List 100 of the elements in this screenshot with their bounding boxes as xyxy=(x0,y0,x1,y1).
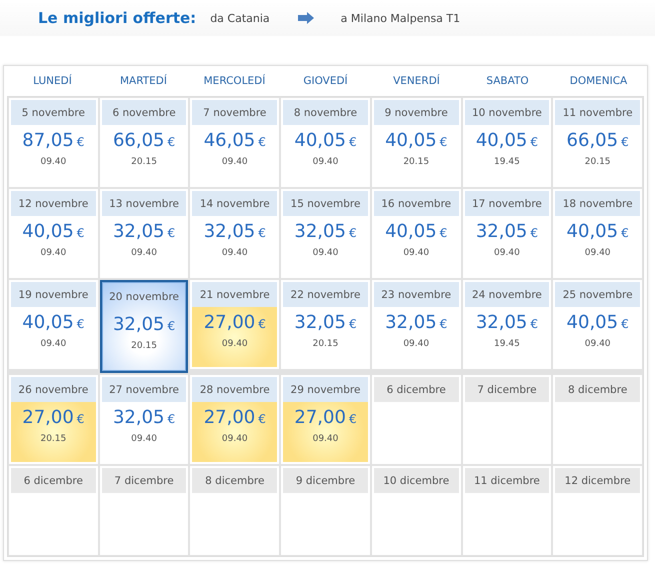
departure-time: 09.40 xyxy=(222,339,248,349)
weekday-label: MERCOLEDÍ xyxy=(202,75,266,87)
fare-price: 32,05 xyxy=(112,407,164,428)
fare-price: 40,05 xyxy=(476,130,528,151)
departure-time: 09.40 xyxy=(40,157,66,167)
currency-symbol: € xyxy=(530,135,538,149)
weekday-label: MARTEDÍ xyxy=(118,75,168,87)
date-label: 9 novembre xyxy=(374,100,459,125)
date-label: 11 dicembre xyxy=(464,468,550,493)
fare-price: 32,05 xyxy=(476,312,528,333)
fare-price: 27,00 xyxy=(204,407,256,428)
currency-symbol: € xyxy=(168,135,176,149)
fare-price: 27,00 xyxy=(294,407,346,428)
departure-time: 09.40 xyxy=(222,248,248,258)
date-label: 29 novembre xyxy=(283,377,368,402)
fare-cell[interactable]: 25 novembre 40,05 € 09.40 xyxy=(553,280,642,369)
weekday-label: DOMENICA xyxy=(568,75,628,87)
fare-price: 32,05 xyxy=(204,221,256,242)
fare-cell[interactable]: 7 novembre 46,05 € 09.40 xyxy=(190,98,280,187)
fare-cell[interactable]: 9 novembre 40,05 € 20.15 xyxy=(372,98,461,187)
departure-time: 09.40 xyxy=(403,248,430,258)
fare-cell[interactable]: 20 novembre 32,05 € 20.15 xyxy=(100,280,188,373)
departure-time: 09.40 xyxy=(494,248,520,258)
origin-label: da Catania xyxy=(210,12,270,24)
currency-symbol: € xyxy=(440,226,448,240)
currency-symbol: € xyxy=(76,317,84,331)
date-label: 8 dicembre xyxy=(192,468,278,493)
fare-price: 66,05 xyxy=(566,130,618,151)
fare-price: 40,05 xyxy=(566,312,618,333)
fare-cell[interactable]: 18 novembre 40,05 € 09.40 xyxy=(553,189,642,278)
date-label: 20 novembre xyxy=(108,290,180,304)
date-label: 26 novembre xyxy=(11,377,96,402)
date-label: 16 novembre xyxy=(374,191,459,216)
fare-cell[interactable]: 8 novembre 40,05 € 09.40 xyxy=(281,98,370,187)
fare-cell[interactable]: 11 novembre 66,05 € 20.15 xyxy=(553,98,642,187)
date-label: 8 novembre xyxy=(283,100,368,125)
fare-cell[interactable]: 22 novembre 32,05 € 20.15 xyxy=(281,280,370,369)
date-label: 7 dicembre xyxy=(102,468,186,493)
departure-time: 09.40 xyxy=(403,339,430,349)
departure-time: 20.15 xyxy=(312,339,338,349)
fare-cell[interactable]: 13 novembre 32,05 € 09.40 xyxy=(100,189,188,278)
currency-symbol: € xyxy=(348,135,357,149)
date-label: 10 dicembre xyxy=(374,468,459,493)
date-label: 19 novembre xyxy=(11,282,96,307)
fare-cell[interactable]: 6 novembre 66,05 € 20.15 xyxy=(100,98,188,187)
weekday-label: VENERDÍ xyxy=(392,75,441,87)
fare-cell[interactable]: 5 novembre 87,05 € 09.40 xyxy=(9,98,98,187)
fare-cell[interactable]: 14 novembre 32,05 € 09.40 xyxy=(190,189,280,278)
fare-cell[interactable]: 27 novembre 32,05 € 09.40 xyxy=(100,375,188,464)
fare-price: 40,05 xyxy=(385,130,437,151)
date-label: 22 novembre xyxy=(283,282,368,307)
fare-price: 32,05 xyxy=(385,312,437,333)
fare-cell[interactable]: 21 novembre 27,00 € 09.40 xyxy=(190,280,280,369)
fare-cell[interactable]: 24 novembre 32,05 € 19.45 xyxy=(462,280,552,369)
departure-time: 19.45 xyxy=(494,157,520,167)
fare-price: 32,05 xyxy=(294,312,346,333)
page-title: Le migliori offerte: xyxy=(38,9,196,27)
departure-time: 09.40 xyxy=(584,339,611,349)
date-label: 8 dicembre xyxy=(555,377,640,402)
currency-symbol: € xyxy=(258,226,266,240)
fare-price: 27,00 xyxy=(22,407,74,428)
fare-cell[interactable]: 19 novembre 40,05 € 09.40 xyxy=(9,280,98,369)
date-label: 28 novembre xyxy=(192,377,278,402)
currency-symbol: € xyxy=(348,226,357,240)
date-label: 13 novembre xyxy=(102,191,186,216)
fare-cell[interactable]: 16 novembre 40,05 € 09.40 xyxy=(372,189,461,278)
currency-symbol: € xyxy=(530,226,538,240)
date-label: 12 dicembre xyxy=(555,468,640,493)
currency-symbol: € xyxy=(258,135,266,149)
fare-cell[interactable]: 10 novembre 40,05 € 19.45 xyxy=(462,98,552,187)
destination-label: a Milano Malpensa T1 xyxy=(340,12,460,24)
date-label: 12 novembre xyxy=(11,191,96,216)
fare-cell[interactable]: 29 novembre 27,00 € 09.40 xyxy=(281,375,370,464)
date-label: 7 novembre xyxy=(192,100,278,125)
date-label: 25 novembre xyxy=(555,282,640,307)
fare-cell[interactable]: 23 novembre 32,05 € 09.40 xyxy=(372,280,461,369)
fare-cell[interactable]: 17 novembre 32,05 € 09.40 xyxy=(462,189,552,278)
date-label: 17 novembre xyxy=(464,191,550,216)
fare-price: 46,05 xyxy=(204,130,256,151)
fare-cell[interactable]: 26 novembre 27,00 € 20.15 xyxy=(9,375,98,464)
fare-price: 40,05 xyxy=(566,221,618,242)
departure-time: 20.15 xyxy=(131,157,157,167)
fare-cell[interactable]: 12 novembre 40,05 € 09.40 xyxy=(9,189,98,278)
date-label: 6 dicembre xyxy=(11,468,96,493)
date-label: 6 novembre xyxy=(102,100,186,125)
departure-time: 20.15 xyxy=(40,434,66,444)
currency-symbol: € xyxy=(258,412,266,426)
departure-time: 09.40 xyxy=(40,339,66,349)
fare-price: 40,05 xyxy=(385,221,437,242)
date-label: 11 novembre xyxy=(555,100,640,125)
currency-symbol: € xyxy=(530,317,538,331)
fare-price: 32,05 xyxy=(294,221,346,242)
currency-symbol: € xyxy=(168,226,176,240)
currency-symbol: € xyxy=(348,412,357,426)
departure-time: 09.40 xyxy=(312,157,338,167)
fare-cell[interactable]: 15 novembre 32,05 € 09.40 xyxy=(281,189,370,278)
weekday-label: LUNEDÍ xyxy=(32,75,73,87)
date-label: 10 novembre xyxy=(464,100,550,125)
date-label: 7 dicembre xyxy=(464,377,550,402)
fare-cell[interactable]: 28 novembre 27,00 € 09.40 xyxy=(190,375,280,464)
